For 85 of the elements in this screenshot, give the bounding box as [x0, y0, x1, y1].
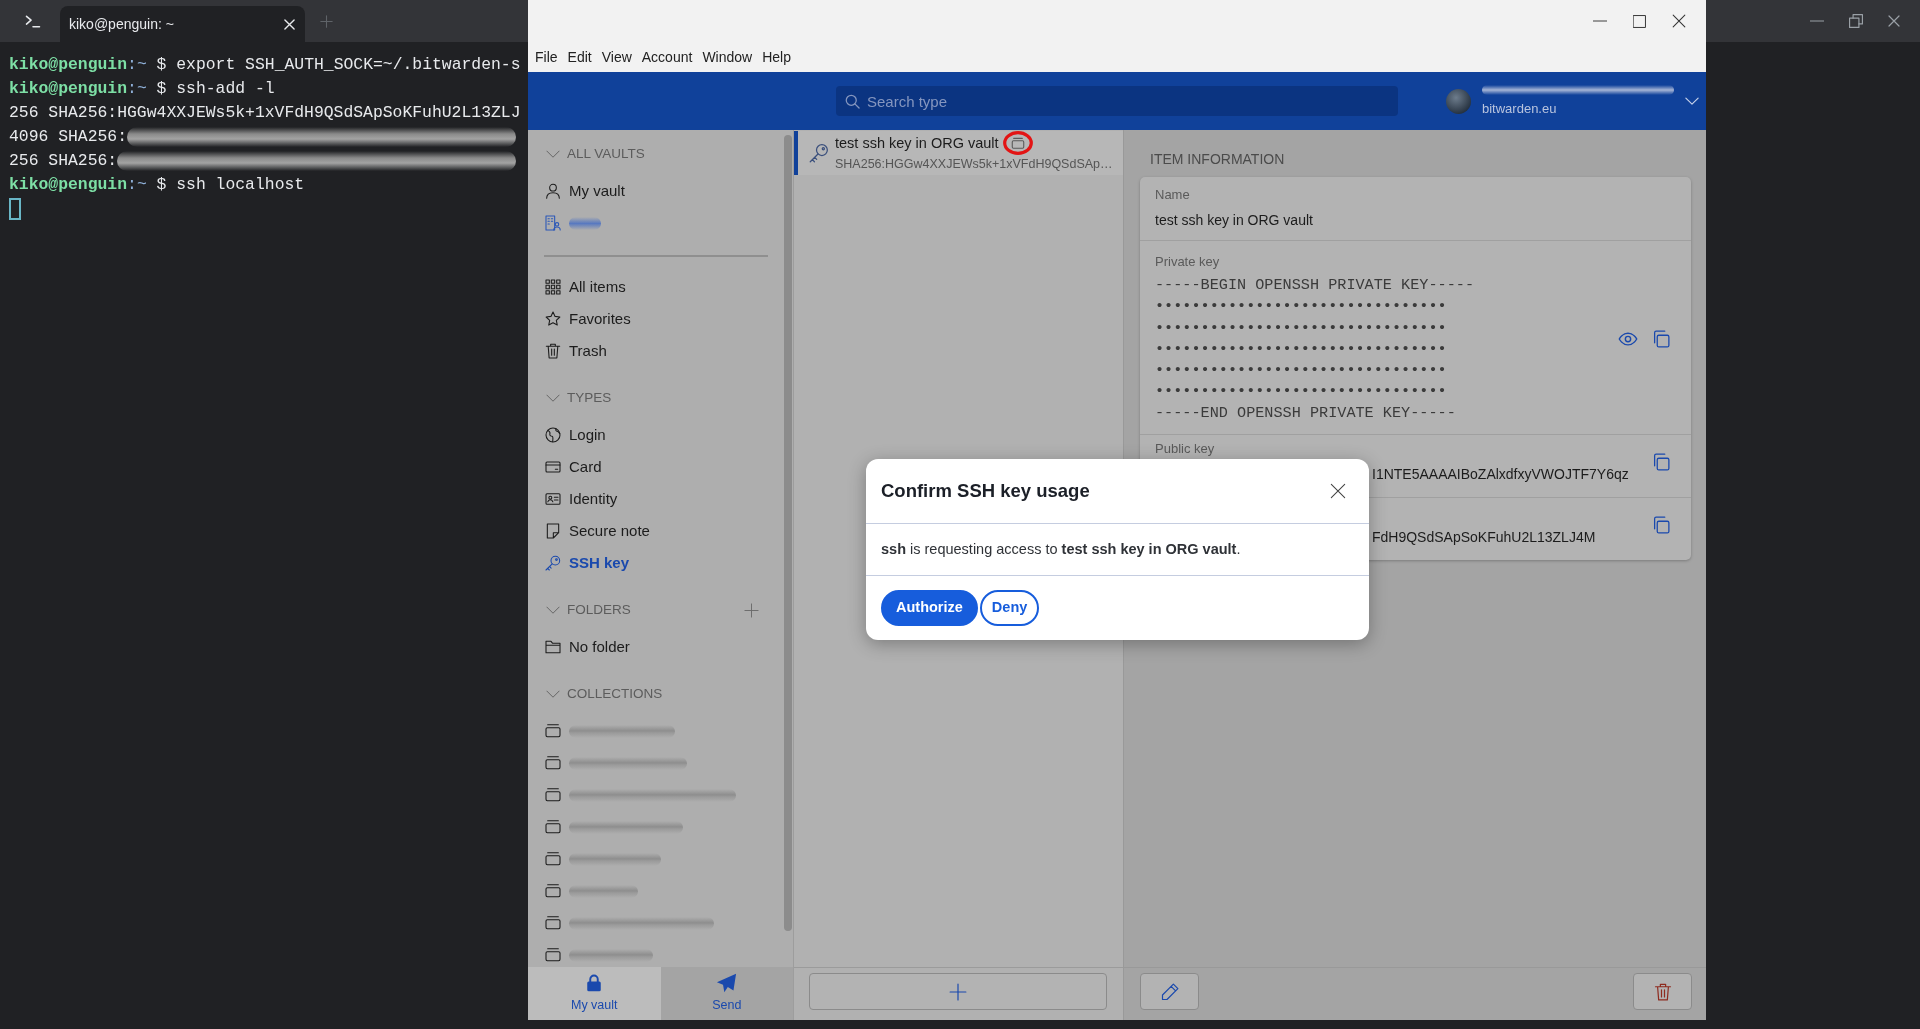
cursor-icon	[9, 198, 21, 220]
edit-button[interactable]	[1140, 973, 1199, 1010]
terminal-output: 4096 SHA256:	[9, 126, 128, 148]
menu-item[interactable]: Help	[762, 46, 791, 68]
account-server: bitwarden.eu	[1482, 101, 1557, 117]
star-icon	[545, 311, 561, 327]
menu-item[interactable]: File	[535, 46, 558, 68]
plus-icon[interactable]	[320, 14, 333, 28]
scrollbar[interactable]	[784, 135, 792, 931]
item-subtitle: SHA256:HGGw4XXJEWs5k+1xVFdH9QSdSAp…	[835, 156, 1113, 172]
blurred-text	[569, 216, 601, 230]
close-icon[interactable]	[1672, 14, 1686, 28]
plus-icon	[949, 982, 967, 1001]
plus-icon[interactable]	[744, 602, 759, 618]
delete-button[interactable]	[1633, 973, 1692, 1010]
trash-icon	[1653, 982, 1672, 1001]
grid-icon	[545, 279, 561, 295]
sidebar-item[interactable]: Identity	[545, 483, 618, 515]
person-icon	[545, 183, 561, 199]
terminal-icon[interactable]	[25, 14, 41, 28]
vault-item[interactable]: test ssh key in ORG vault SHA256:HGGw4XXJEWs5k+1xVFdH9QSdSAp…	[794, 131, 1123, 175]
field-label: Public key	[1155, 440, 1215, 458]
terminal-command-line: kiko@penguin:~ $ ssh localhost	[9, 174, 306, 196]
sidebar-item[interactable]: Login	[545, 419, 606, 451]
search-field[interactable]: Search type	[836, 86, 1398, 116]
stack-icon	[545, 819, 561, 835]
stack-icon	[545, 947, 561, 963]
maximize-icon[interactable]	[1633, 14, 1646, 28]
menu-item[interactable]: Account	[641, 46, 693, 68]
field-label: Private key	[1155, 253, 1220, 270]
nav-tab[interactable]: My vault	[528, 967, 661, 1020]
sidebar-item[interactable]: Trash	[545, 335, 607, 367]
restore-icon[interactable]	[1849, 14, 1863, 28]
stack-icon	[545, 723, 561, 739]
lock-icon	[585, 972, 604, 993]
terminal-output: 256 SHA256:HGGw4XXJEWs5k+1xVFdH9QSdSApSoKFuhU2L13ZLJ	[9, 102, 519, 124]
stack-icon	[545, 915, 561, 931]
stack-icon	[545, 755, 561, 771]
section-heading: ITEM INFORMATION	[1149, 150, 1285, 168]
trash-icon	[545, 343, 561, 359]
close-icon[interactable]	[1330, 483, 1346, 499]
menu-item[interactable]: Edit	[567, 46, 592, 68]
key-icon	[809, 142, 829, 163]
terminal-output: 256 SHA256:	[9, 150, 118, 172]
copy-icon[interactable]	[1652, 516, 1670, 535]
sidebar-item[interactable]: Favorites	[545, 303, 631, 335]
authorize-button[interactable]: Authorize	[881, 590, 978, 626]
sidebar-item[interactable]: Card	[545, 451, 602, 483]
building-icon	[545, 215, 561, 231]
field-value: FdH9QSdSApSoKFuhU2L13ZLJ4M	[1372, 528, 1596, 548]
globe-icon	[545, 427, 561, 443]
dialog-title: Confirm SSH key usage	[881, 479, 1090, 504]
sidebar-item[interactable]: No folder	[545, 631, 630, 663]
field-value: test ssh key in ORG vault	[1155, 211, 1313, 230]
sidebar-item[interactable]: My vault	[545, 175, 625, 207]
sidebar-item[interactable]: All items	[545, 271, 626, 303]
terminal-tab[interactable]: kiko@penguin: ~	[60, 6, 305, 42]
key-icon	[545, 555, 561, 571]
note-icon	[545, 523, 561, 539]
blurred-text	[569, 884, 638, 898]
pencil-icon	[1160, 982, 1179, 1001]
terminal-command-line: kiko@penguin:~ $ export SSH_AUTH_SOCK=~/.bitwarden-s	[9, 54, 519, 76]
card-icon	[545, 459, 561, 475]
stack-icon	[545, 883, 561, 899]
menu-item[interactable]: View	[601, 46, 632, 68]
sidebar-item[interactable]: SSH key	[545, 547, 630, 579]
copy-icon[interactable]	[1652, 329, 1670, 348]
private-key-value: -----BEGIN OPENSSH PRIVATE KEY----- •••••••••••••••••••••••••••••••• •••••••••••••••••••••••••••••••• •••••••••••••••••••••••••••••••• •••••••••••••••••••••••••••••••• •••••••••••••••••••••••••••••••• -----END OPENSSH PRIVATE KEY-----	[1155, 275, 1474, 424]
stack-icon	[545, 787, 561, 803]
add-button[interactable]	[809, 973, 1107, 1010]
dialog-message: ssh is requesting access to test ssh key in ORG vault.	[881, 539, 1241, 559]
deny-button[interactable]: Deny	[979, 590, 1040, 626]
sidebar-item[interactable]: Secure note	[545, 515, 650, 547]
field-label: Name	[1155, 186, 1190, 203]
folder-icon	[545, 639, 561, 655]
item-title: test ssh key in ORG vault	[835, 134, 999, 153]
avatar[interactable]	[1446, 88, 1471, 114]
stack-icon	[545, 851, 561, 867]
search-icon	[845, 93, 860, 109]
field-value: I1NTE5AAAAIBoZAlxdfxyVWOJTF7Y6qz	[1372, 465, 1629, 485]
id-card-icon	[545, 491, 561, 507]
terminal-command-line: kiko@penguin:~ $ ssh-add -l	[9, 78, 276, 100]
paper-plane-icon	[716, 972, 738, 993]
copy-icon[interactable]	[1652, 453, 1670, 472]
menu-item[interactable]: Window	[702, 46, 753, 68]
